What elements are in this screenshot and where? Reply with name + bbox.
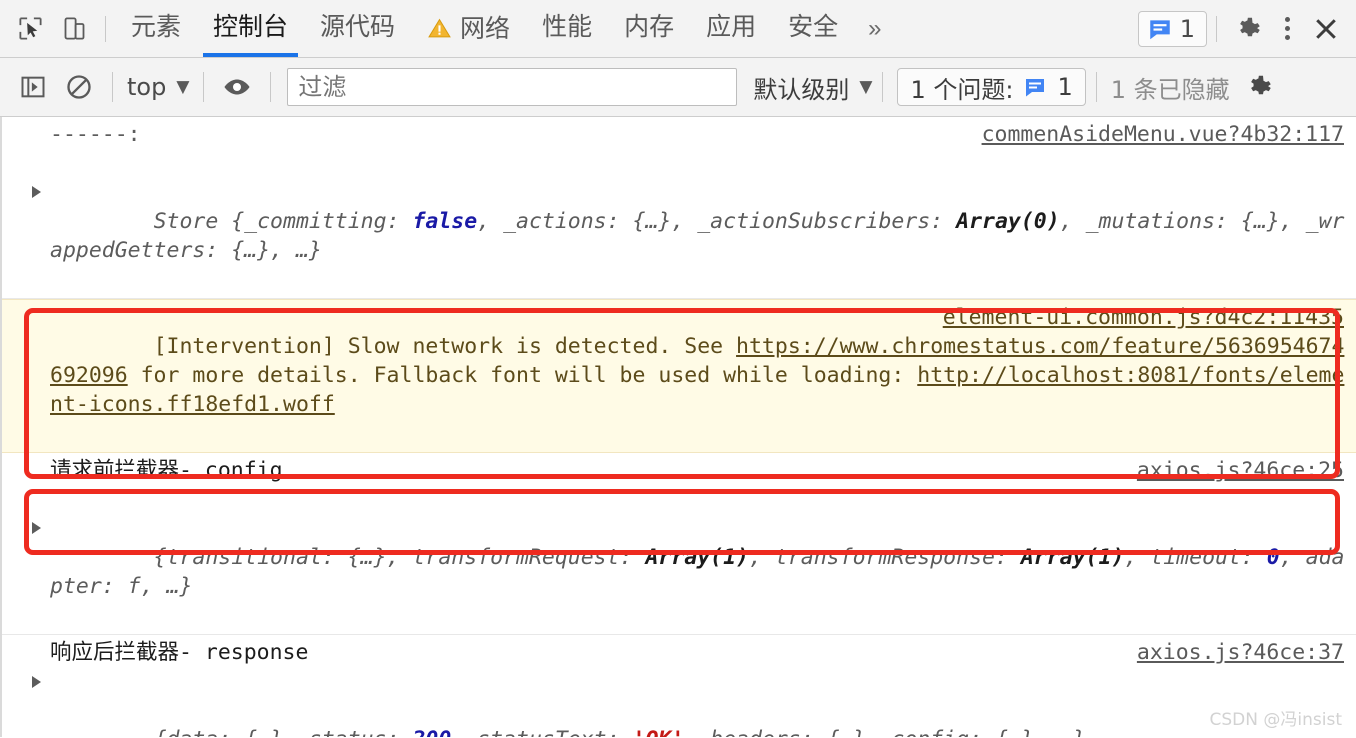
warning-triangle-icon <box>427 16 452 41</box>
device-toolbar-icon[interactable] <box>52 7 96 51</box>
hidden-messages-label: 1 条已隐藏 <box>1110 75 1230 104</box>
message-object[interactable]: Store {_committing: false, _actions: {…}… <box>2 149 1356 294</box>
inspect-cursor-icon[interactable] <box>8 7 52 51</box>
expand-arrow-icon[interactable] <box>32 522 41 534</box>
tab-performance[interactable]: 性能 <box>526 1 608 57</box>
console-toolbar-divider-1 <box>112 72 113 102</box>
console-toolbar-divider-3 <box>270 72 272 102</box>
object-token: 200 <box>412 727 451 737</box>
csdn-watermark: CSDN @冯insist <box>1209 710 1342 730</box>
console-toolbar-divider-5 <box>1095 72 1097 102</box>
execution-context-select[interactable]: top ▼ <box>123 73 193 101</box>
chevron-down-icon: ▼ <box>176 76 190 97</box>
console-message[interactable]: axios.js?46ce:25 请求前拦截器- config {transit… <box>2 453 1356 635</box>
console-message-warning[interactable]: element-ui.common.js?d4c2:11435 [Interve… <box>2 299 1356 453</box>
tab-elements[interactable]: 元素 <box>115 1 197 57</box>
object-token: , transformResponse: <box>749 545 1021 570</box>
gear-icon[interactable] <box>1226 7 1270 51</box>
console-sidebar-icon[interactable] <box>10 65 56 109</box>
tab-network[interactable]: 网络 <box>411 1 526 57</box>
issues-count: 1 <box>1179 14 1195 43</box>
chevron-down-icon: ▼ <box>859 76 873 97</box>
message-object[interactable]: {transitional: {…}, transformRequest: Ar… <box>2 485 1356 630</box>
devtools-window: 元素 控制台 源代码 网络 性能 内存 应用 安全 » 1 top ▼ 过滤 默… <box>0 0 1356 738</box>
tabbar-divider-1 <box>105 15 106 42</box>
object-token: Store {_committing: <box>153 209 413 234</box>
object-token: , _actions: {…}, _actionSubscribers: <box>477 209 957 234</box>
message-text: 请求前拦截器- config <box>50 458 283 483</box>
object-token: 0 <box>1266 545 1280 570</box>
console-toolbar: top ▼ 默认级别 ▼ 1 个问题: <box>0 58 1356 117</box>
object-token: {data: {…}, status: <box>154 727 413 737</box>
message-text: 响应后拦截器- response <box>50 640 309 665</box>
tabbar-divider-2 <box>1216 15 1217 42</box>
tab-console[interactable]: 控制台 <box>197 1 304 57</box>
console-toolbar-divider-2 <box>203 72 205 102</box>
filter-input[interactable] <box>287 68 738 106</box>
issues-summary-label: 1 个问题: <box>910 75 1014 104</box>
log-level-label: 默认级别 <box>753 75 850 104</box>
object-token: , headers: {…}, config: {…}, …} <box>684 727 1085 737</box>
issues-bubble-icon <box>1147 16 1173 42</box>
dots-vertical-icon[interactable] <box>1270 9 1304 49</box>
message-text: [Intervention] Slow network is detected.… <box>2 303 1356 448</box>
object-token: {transitional: {…}, transformRequest: <box>153 545 646 570</box>
issues-bubble-icon <box>1023 75 1047 99</box>
object-token: 'OK' <box>633 727 685 737</box>
object-token: false <box>412 209 478 234</box>
object-token: Array(1) <box>1020 545 1125 570</box>
warning-token: for more details. Fallback font will be … <box>127 363 918 388</box>
object-token: Array(0) <box>956 209 1060 234</box>
clear-console-icon[interactable] <box>56 65 102 109</box>
log-level-select[interactable]: 默认级别 ▼ <box>753 70 872 105</box>
live-expression-eye-icon[interactable] <box>214 65 260 109</box>
warning-token: [Intervention] Slow network is detected.… <box>153 334 737 359</box>
tab-security[interactable]: 安全 <box>772 1 854 57</box>
tab-memory[interactable]: 内存 <box>608 1 690 57</box>
tab-application[interactable]: 应用 <box>690 1 772 57</box>
close-icon[interactable] <box>1304 7 1348 51</box>
message-text: ------: <box>50 122 141 147</box>
expand-arrow-icon[interactable] <box>32 186 41 198</box>
console-message-list[interactable]: commenAsideMenu.vue?4b32:117 ------: Sto… <box>0 117 1356 737</box>
expand-arrow-icon[interactable] <box>32 676 41 688</box>
object-token: , statusText: <box>451 727 632 737</box>
console-message[interactable]: commenAsideMenu.vue?4b32:117 ------: Sto… <box>2 117 1356 299</box>
tab-network-label: 网络 <box>460 13 511 43</box>
more-tabs-button[interactable]: » <box>854 15 895 43</box>
console-toolbar-divider-4 <box>882 72 884 102</box>
issues-counter-button[interactable]: 1 <box>1137 10 1207 47</box>
object-token: Array(1) <box>645 545 750 570</box>
tab-sources[interactable]: 源代码 <box>304 1 411 57</box>
execution-context-label: top <box>127 73 167 101</box>
console-message[interactable]: axios.js?46ce:37 响应后拦截器- response {data:… <box>2 635 1356 737</box>
gear-icon[interactable] <box>1236 65 1282 109</box>
issues-summary-button[interactable]: 1 个问题: 1 <box>897 68 1086 106</box>
devtools-tabbar: 元素 控制台 源代码 网络 性能 内存 应用 安全 » 1 <box>0 0 1356 58</box>
issues-badge-count: 1 <box>1057 73 1073 101</box>
object-token: , timeout: <box>1124 545 1267 570</box>
message-object[interactable]: {data: {…}, status: 200, statusText: 'OK… <box>2 667 1356 737</box>
